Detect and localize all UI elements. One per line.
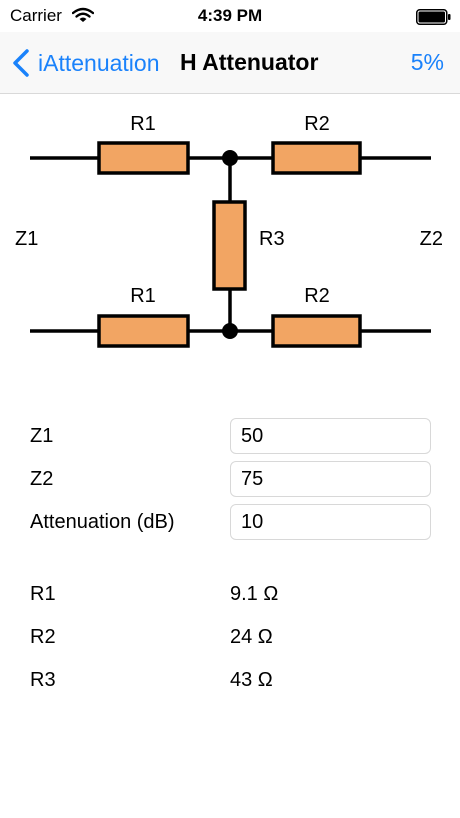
result-row-r3: R3 43 Ω <box>0 667 460 697</box>
r3-label: R3 <box>259 228 285 250</box>
resistor-r1-bottom <box>97 314 190 348</box>
r1-top-label: R1 <box>130 113 156 135</box>
r1-bottom-label: R1 <box>130 285 156 307</box>
attenuation-row: Attenuation (dB) <box>0 504 460 540</box>
status-time: 4:39 PM <box>197 6 263 25</box>
percent-button[interactable]: 5% <box>411 49 444 76</box>
z1-input[interactable] <box>230 418 431 454</box>
r2-result-label: R2 <box>30 626 56 648</box>
z1-label: Z1 <box>15 228 38 250</box>
result-row-r1: R1 9.1 Ω <box>0 581 460 611</box>
back-button[interactable]: iAttenuation <box>10 47 159 79</box>
resistor-r3 <box>212 200 247 291</box>
z1-row: Z1 <box>0 418 460 454</box>
r2-result-value: 24 Ω <box>230 626 273 648</box>
h-attenuator-diagram: R1 R2 R3 R1 R2 Z1 Z2 <box>15 113 443 348</box>
z2-field-label: Z2 <box>30 468 54 490</box>
r2-bottom-label: R2 <box>304 285 330 307</box>
r2-top-label: R2 <box>304 113 330 135</box>
r3-result-value: 43 Ω <box>230 669 273 691</box>
junction-dot-top <box>222 150 238 166</box>
junction-dot-bottom <box>222 323 238 339</box>
r3-result-label: R3 <box>30 669 56 691</box>
result-row-r2: R2 24 Ω <box>0 624 460 654</box>
resistor-r2-bottom <box>271 314 362 348</box>
page-title: H Attenuator <box>180 49 319 75</box>
back-button-label: iAttenuation <box>38 49 160 76</box>
z2-row: Z2 <box>0 461 460 497</box>
attenuation-field-label: Attenuation (dB) <box>30 511 175 533</box>
chevron-left-icon <box>13 49 29 77</box>
resistor-r1-top <box>97 141 190 175</box>
z2-input[interactable] <box>230 461 431 497</box>
r1-result-label: R1 <box>30 583 56 605</box>
battery-icon <box>416 9 452 30</box>
z2-label: Z2 <box>420 228 443 250</box>
z1-field-label: Z1 <box>30 425 54 447</box>
status-bar: Carrier 4:39 PM <box>0 0 460 32</box>
r1-result-value: 9.1 Ω <box>230 583 279 605</box>
resistor-r2-top <box>271 141 362 175</box>
attenuation-input[interactable] <box>230 504 431 540</box>
navigation-bar: iAttenuation H Attenuator 5% <box>0 32 460 94</box>
